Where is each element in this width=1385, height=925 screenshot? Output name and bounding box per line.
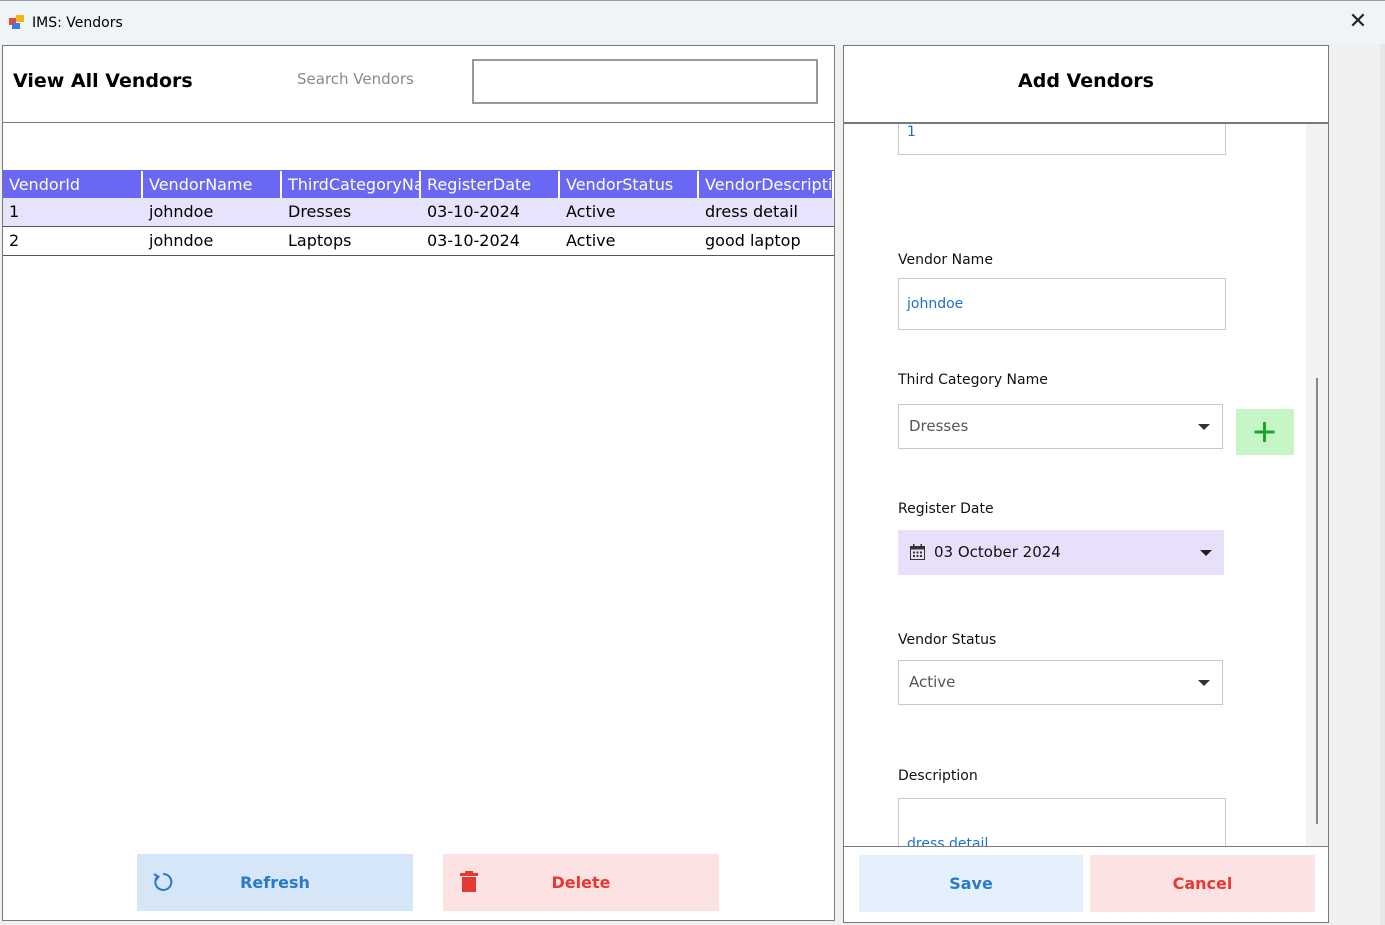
divider bbox=[3, 122, 834, 123]
register-date-label: Register Date bbox=[898, 501, 994, 517]
cell-register-date: 03-10-2024 bbox=[427, 231, 520, 250]
window-edge bbox=[1380, 44, 1385, 925]
cell-vendor-id: 1 bbox=[9, 202, 20, 221]
chevron-down-icon bbox=[1200, 550, 1212, 556]
delete-label: Delete bbox=[551, 873, 611, 892]
vendor-name-field[interactable]: johndoe bbox=[898, 278, 1226, 330]
scrollbar-thumb[interactable] bbox=[1316, 378, 1318, 824]
delete-button[interactable]: Delete bbox=[443, 854, 719, 911]
cell-vendor-name: johndoe bbox=[149, 202, 214, 221]
view-vendors-title: View All Vendors bbox=[13, 70, 193, 92]
cell-description: dress detail bbox=[705, 202, 798, 221]
vendor-id-field[interactable]: 1 bbox=[898, 124, 1226, 155]
search-label: Search Vendors bbox=[297, 70, 414, 88]
chevron-down-icon bbox=[1198, 680, 1210, 686]
description-label: Description bbox=[898, 768, 978, 784]
cell-vendor-name: johndoe bbox=[149, 231, 214, 250]
cell-register-date: 03-10-2024 bbox=[427, 202, 520, 221]
category-value: Dresses bbox=[909, 417, 969, 435]
cell-status: Active bbox=[566, 231, 616, 250]
cell-description: good laptop bbox=[705, 231, 801, 250]
vendor-status-label: Vendor Status bbox=[898, 632, 997, 648]
column-header-vendor-id[interactable]: VendorId bbox=[5, 171, 143, 198]
cancel-label: Cancel bbox=[1172, 874, 1233, 893]
add-category-button[interactable] bbox=[1236, 409, 1294, 455]
column-header-register-date[interactable]: RegisterDate bbox=[421, 171, 560, 198]
title-bar: IMS: Vendors ✕ bbox=[0, 0, 1385, 44]
category-select[interactable]: Dresses bbox=[898, 404, 1223, 449]
refresh-button[interactable]: Refresh bbox=[137, 854, 413, 911]
register-date-picker[interactable]: 03 October 2024 bbox=[898, 530, 1224, 575]
column-header-vendor-name[interactable]: VendorName bbox=[143, 171, 282, 198]
cell-category: Dresses bbox=[288, 202, 352, 221]
cell-vendor-id: 2 bbox=[9, 231, 20, 250]
vendor-status-value: Active bbox=[909, 673, 956, 691]
cell-category: Laptops bbox=[288, 231, 352, 250]
refresh-label: Refresh bbox=[240, 873, 310, 892]
description-field[interactable]: dress detail bbox=[898, 798, 1226, 846]
add-vendors-title: Add Vendors bbox=[1018, 70, 1154, 92]
window-title: IMS: Vendors bbox=[32, 15, 123, 31]
cancel-button[interactable]: Cancel bbox=[1090, 855, 1315, 912]
app-icon bbox=[9, 15, 24, 29]
grid-header-row: VendorId VendorName ThirdCategoryNa Regi… bbox=[3, 170, 834, 198]
column-header-status[interactable]: VendorStatus bbox=[560, 171, 699, 198]
column-header-category[interactable]: ThirdCategoryNa bbox=[282, 171, 421, 198]
save-button[interactable]: Save bbox=[859, 855, 1083, 912]
table-row[interactable]: 2 johndoe Laptops 03-10-2024 Active good… bbox=[3, 227, 834, 256]
calendar-icon bbox=[910, 544, 925, 560]
add-vendor-panel: Add Vendors 1 Vendor Name johndoe Third … bbox=[843, 45, 1329, 923]
category-label: Third Category Name bbox=[898, 372, 1048, 388]
close-icon[interactable]: ✕ bbox=[1340, 7, 1376, 39]
vendor-form: 1 Vendor Name johndoe Third Category Nam… bbox=[844, 124, 1306, 846]
cell-status: Active bbox=[566, 202, 616, 221]
vendor-status-select[interactable]: Active bbox=[898, 660, 1223, 705]
plus-icon bbox=[1254, 422, 1275, 442]
column-header-description[interactable]: VendorDescriptic bbox=[699, 171, 834, 198]
vendors-grid[interactable]: VendorId VendorName ThirdCategoryNa Regi… bbox=[3, 170, 834, 256]
chevron-down-icon bbox=[1198, 424, 1210, 430]
divider bbox=[844, 846, 1328, 847]
table-row[interactable]: 1 johndoe Dresses 03-10-2024 Active dres… bbox=[3, 198, 834, 227]
save-label: Save bbox=[949, 874, 993, 893]
vendor-name-label: Vendor Name bbox=[898, 252, 993, 268]
vendor-list-panel: View All Vendors Search Vendors VendorId… bbox=[2, 45, 835, 921]
search-input[interactable] bbox=[472, 59, 818, 104]
register-date-value: 03 October 2024 bbox=[934, 543, 1061, 561]
